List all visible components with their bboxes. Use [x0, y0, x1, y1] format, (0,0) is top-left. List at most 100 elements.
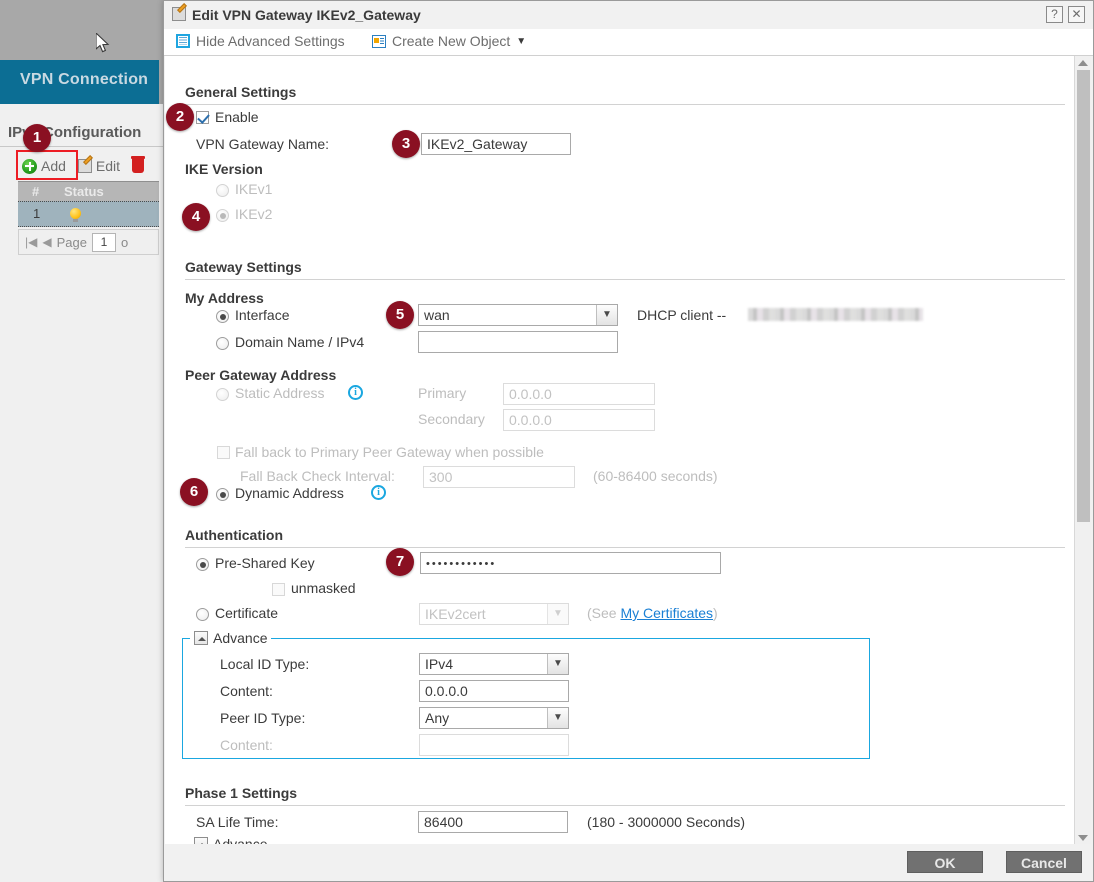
ikev1-radio[interactable]: [216, 184, 229, 197]
see-prefix: (See: [587, 605, 620, 621]
info-icon[interactable]: i: [371, 485, 386, 500]
dialog-menubar: Hide Advanced Settings Create New Object…: [164, 29, 1093, 56]
pager-of: o: [121, 235, 128, 250]
edit-vpn-gateway-dialog: Edit VPN Gateway IKEv2_Gateway ? ✕ Hide …: [163, 0, 1094, 882]
remove-button[interactable]: [128, 157, 148, 175]
primary-label: Primary: [418, 385, 466, 401]
table-row[interactable]: 1: [18, 201, 159, 227]
add-button-highlight: [16, 150, 78, 180]
edit-pencil-icon: [172, 7, 186, 21]
peer-content-label: Content:: [220, 737, 273, 753]
fallback-interval-hint: (60-86400 seconds): [593, 468, 718, 484]
ikev2-label: IKEv2: [235, 206, 272, 222]
trash-icon: [132, 159, 144, 173]
scrollbar-thumb[interactable]: [1077, 70, 1090, 522]
chevron-down-icon: ▼: [516, 36, 526, 47]
peer-content-input[interactable]: [419, 734, 569, 756]
close-icon[interactable]: ✕: [1068, 6, 1085, 23]
hide-advanced-settings-button[interactable]: Hide Advanced Settings: [176, 33, 345, 49]
ok-button[interactable]: OK: [907, 851, 983, 873]
certificate-select-value: IKEv2cert: [425, 606, 486, 622]
row-index: 1: [33, 206, 40, 221]
dynamic-address-label: Dynamic Address: [235, 485, 344, 501]
pre-shared-key-label: Pre-Shared Key: [215, 555, 315, 571]
mouse-cursor: [96, 33, 112, 55]
certificate-radio[interactable]: [196, 608, 209, 621]
help-button[interactable]: ?: [1046, 6, 1063, 23]
interface-label: Interface: [235, 307, 289, 323]
chevron-down-icon[interactable]: ▼: [547, 604, 568, 624]
peer-id-type-select[interactable]: Any ▼: [419, 707, 569, 729]
prev-page-icon[interactable]: ◀: [42, 235, 51, 249]
pre-shared-key-input[interactable]: ••••••••••••: [420, 552, 721, 574]
cancel-button[interactable]: Cancel: [1006, 851, 1082, 873]
peer-id-type-value: Any: [425, 710, 449, 726]
enable-label: Enable: [215, 109, 259, 125]
gateway-settings-rule: [185, 279, 1065, 280]
annotation-badge-5: 5: [386, 301, 414, 329]
secondary-label: Secondary: [418, 411, 485, 427]
first-page-icon[interactable]: |◀: [25, 235, 37, 249]
peer-gateway-address-label: Peer Gateway Address: [185, 367, 336, 383]
static-address-radio[interactable]: [216, 388, 229, 401]
domain-name-radio[interactable]: [216, 337, 229, 350]
chevron-down-icon[interactable]: ▼: [596, 305, 617, 325]
local-id-type-select[interactable]: IPv4 ▼: [419, 653, 569, 675]
ike-version-label: IKE Version: [185, 161, 263, 177]
phase1-settings-rule: [185, 805, 1065, 806]
create-new-object-label: Create New Object: [392, 33, 510, 49]
fallback-interval-input[interactable]: 300: [423, 466, 575, 488]
chevron-down-icon[interactable]: ▼: [547, 654, 568, 674]
certificate-select[interactable]: IKEv2cert ▼: [419, 603, 569, 625]
vertical-scrollbar[interactable]: [1074, 56, 1091, 845]
auth-advance-legend[interactable]: Advance: [190, 630, 271, 646]
local-id-type-value: IPv4: [425, 656, 453, 672]
domain-name-input[interactable]: [418, 331, 618, 353]
annotation-badge-4: 4: [182, 203, 210, 231]
unmasked-checkbox[interactable]: [272, 583, 285, 596]
scroll-down-icon[interactable]: [1078, 835, 1088, 841]
interface-radio[interactable]: [216, 310, 229, 323]
sa-life-time-input[interactable]: 86400: [418, 811, 568, 833]
auth-advance-legend-label: Advance: [213, 630, 267, 646]
local-content-input[interactable]: 0.0.0.0: [419, 680, 569, 702]
page-input[interactable]: 1: [92, 233, 116, 252]
ikev2-radio[interactable]: [216, 209, 229, 222]
secondary-input[interactable]: 0.0.0.0: [503, 409, 655, 431]
phase1-settings-title: Phase 1 Settings: [185, 785, 297, 801]
enable-checkbox[interactable]: [196, 111, 209, 124]
annotation-badge-2: 2: [166, 103, 194, 131]
chevron-down-icon[interactable]: ▼: [547, 708, 568, 728]
collapse-icon[interactable]: [194, 631, 208, 645]
general-settings-rule: [185, 104, 1065, 105]
static-address-label: Static Address: [235, 385, 325, 401]
info-icon[interactable]: i: [348, 385, 363, 400]
fallback-interval-label: Fall Back Check Interval:: [240, 468, 395, 484]
fallback-checkbox[interactable]: [217, 446, 230, 459]
list-icon: [176, 34, 190, 48]
create-new-object-button[interactable]: Create New Object ▼: [372, 33, 526, 49]
annotation-badge-3: 3: [392, 130, 420, 158]
annotation-badge-6: 6: [180, 478, 208, 506]
my-certificates-link[interactable]: My Certificates: [620, 605, 713, 621]
ikev1-label: IKEv1: [235, 181, 272, 197]
vpn-connection-tab[interactable]: VPN Connection: [0, 60, 159, 104]
scroll-up-icon[interactable]: [1078, 60, 1088, 66]
pre-shared-key-radio[interactable]: [196, 558, 209, 571]
authentication-title: Authentication: [185, 527, 283, 543]
sa-life-time-label: SA Life Time:: [196, 814, 278, 830]
peer-id-type-label: Peer ID Type:: [220, 710, 305, 726]
interface-select[interactable]: wan ▼: [418, 304, 618, 326]
lightbulb-icon: [70, 208, 81, 219]
dynamic-address-radio[interactable]: [216, 488, 229, 501]
dialog-title: Edit VPN Gateway IKEv2_Gateway: [192, 7, 421, 23]
table-header: # Status: [18, 181, 159, 202]
see-suffix: ): [713, 605, 718, 621]
primary-input[interactable]: 0.0.0.0: [503, 383, 655, 405]
dhcp-client-value-redacted: [748, 308, 923, 321]
vpn-gateway-name-input[interactable]: IKEv2_Gateway: [421, 133, 571, 155]
edit-button[interactable]: Edit: [74, 156, 124, 176]
pager: |◀ ◀ Page 1 o: [18, 229, 159, 255]
fallback-label: Fall back to Primary Peer Gateway when p…: [235, 444, 544, 460]
unmasked-label: unmasked: [291, 580, 356, 596]
